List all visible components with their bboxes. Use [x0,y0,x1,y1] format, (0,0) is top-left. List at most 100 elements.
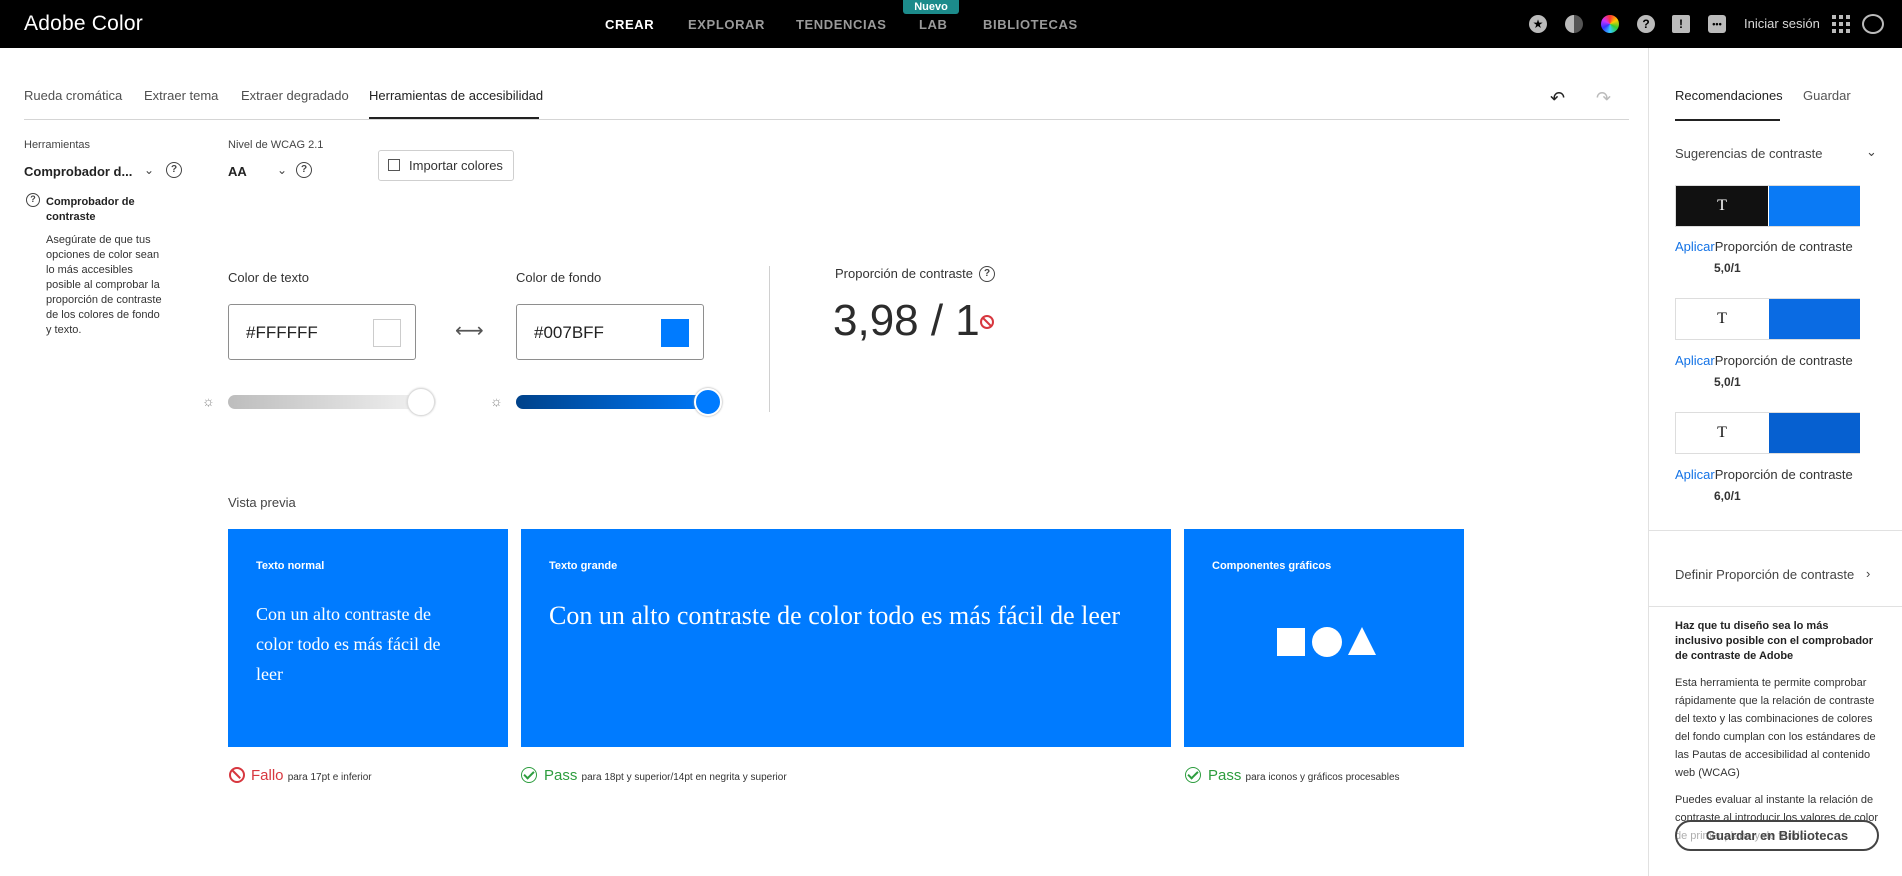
tool-select[interactable]: Comprobador d... [24,164,132,179]
brightness-icon: ☼ [490,393,503,409]
bg-brightness-slider[interactable] [516,395,720,409]
tab-rueda-cromatica[interactable]: Rueda cromática [24,88,122,103]
bg-color-hex[interactable]: #007BFF [534,323,604,343]
chevron-down-icon[interactable]: ⌄ [144,163,154,177]
text-color-swatch[interactable] [373,319,401,347]
nav-bibliotecas[interactable]: BIBLIOTECAS [983,17,1078,32]
feedback-icon[interactable]: ••• [1708,15,1726,33]
suggestion-swatch[interactable]: T [1675,412,1860,454]
result-desc: para iconos y gráficos procesables [1245,772,1400,783]
suggestion-apply-row: AplicarProporción de contraste [1675,239,1853,254]
apply-link[interactable]: Aplicar [1675,353,1715,368]
result-status: Pass [544,767,578,784]
swap-colors-icon[interactable]: ⟷ [455,318,484,343]
promo-title: Haz que tu diseño sea lo más inclusivo p… [1675,620,1874,662]
preview-card-large: Texto grande Con un alto contraste de co… [521,529,1171,747]
square-icon [1277,628,1305,656]
halftone-icon[interactable] [1565,15,1583,33]
help-icon[interactable]: ? [1637,15,1655,33]
suggestion-color [1769,186,1860,226]
suggestion-color [1769,413,1860,453]
tab-extraer-degradado[interactable]: Extraer degradado [241,88,349,103]
card-body: Con un alto contraste de color todo es m… [549,601,1121,630]
tab-extraer-tema[interactable]: Extraer tema [144,88,218,103]
text-color-hex[interactable]: #FFFFFF [246,323,318,343]
bg-brightness-thumb[interactable] [694,388,722,416]
chevron-right-icon[interactable]: › [1866,566,1870,581]
info-text: Asegúrate de que tus opciones de color s… [46,234,162,336]
result-normal: Fallo para 17pt e inferior [251,767,372,784]
contrast-ratio-value: 3,98 / 1 [833,296,980,345]
ratio-label: Proporción de contraste [1714,353,1853,368]
pass-icon [1185,767,1201,783]
suggestion-ratio: 6,0/1 [1714,489,1741,503]
tab-guardar[interactable]: Guardar [1803,88,1851,103]
save-to-libraries-button[interactable]: Guardar en Bibliotecas [1675,820,1879,851]
result-status: Fallo [251,767,284,784]
import-colors-button[interactable]: Importar colores [378,150,514,181]
suggestion-apply-row: AplicarProporción de contraste [1675,467,1853,482]
color-wheel-icon[interactable] [1601,15,1619,33]
panel-divider [1648,530,1902,531]
define-ratio-link[interactable]: Definir Proporción de contraste [1675,567,1854,582]
signin-link[interactable]: Iniciar sesión [1744,16,1820,31]
ratio-label: Proporción de contraste [1714,467,1853,482]
brand-logo[interactable]: Adobe Color [24,12,143,36]
suggestion-ratio: 5,0/1 [1714,375,1741,389]
chevron-down-icon[interactable]: ⌄ [1866,144,1877,160]
help-icon[interactable]: ? [296,162,312,178]
fail-icon [980,315,994,329]
nav-lab[interactable]: LAB [919,17,948,32]
import-icon [388,159,400,171]
info-title: Comprobador de contraste [46,196,135,223]
chevron-down-icon[interactable]: ⌄ [277,163,287,177]
text-color-label: Color de texto [228,270,309,285]
wcag-label: Nivel de WCAG 2.1 [228,139,324,151]
import-colors-label: Importar colores [409,158,503,173]
wcag-select[interactable]: AA [228,164,247,179]
creative-cloud-icon[interactable] [1862,14,1884,34]
nav-tendencias[interactable]: TENDENCIAS [796,17,887,32]
nav-crear[interactable]: CREAR [605,17,654,32]
suggestion-swatch[interactable]: T [1675,185,1860,227]
text-brightness-slider[interactable] [228,395,436,409]
nav-explorar[interactable]: EXPLORAR [688,17,765,32]
suggestion-apply-row: AplicarProporción de contraste [1675,353,1853,368]
help-icon[interactable]: ? [166,162,182,178]
pass-icon [521,767,537,783]
suggestions-header[interactable]: Sugerencias de contraste [1675,146,1822,161]
bg-color-field[interactable]: #007BFF [516,304,704,360]
panel-divider [1648,606,1902,607]
result-graphics: Pass para iconos y gráficos procesables [1208,767,1400,784]
text-brightness-thumb[interactable] [407,388,435,416]
bg-color-swatch[interactable] [661,319,689,347]
ratio-label: Proporción de contraste [1714,239,1853,254]
active-tab-indicator [369,117,539,119]
tab-recomendaciones[interactable]: Recomendaciones [1675,88,1783,103]
help-icon[interactable]: ? [979,266,995,282]
undo-icon[interactable]: ↶ [1550,88,1565,109]
active-tab-indicator [1675,119,1780,121]
tab-accesibilidad[interactable]: Herramientas de accesibilidad [369,88,543,103]
brightness-icon: ☼ [202,393,215,409]
alert-icon[interactable]: ! [1672,15,1690,33]
star-icon[interactable]: ★ [1529,15,1547,33]
card-title: Componentes gráficos [1212,560,1332,572]
apps-grid-icon[interactable] [1832,15,1850,33]
card-body: Con un alto contraste de color todo es m… [256,604,441,684]
suggestion-swatch[interactable]: T [1675,298,1860,340]
tabs-divider [24,119,1629,120]
vertical-divider [769,266,770,412]
apply-link[interactable]: Aplicar [1675,467,1715,482]
result-large: Pass para 18pt y superior/14pt en negrit… [544,767,787,784]
top-bar: Adobe Color CREAR EXPLORAR TENDENCIAS Nu… [0,0,1902,48]
text-color-field[interactable]: #FFFFFF [228,304,416,360]
suggestion-color [1769,299,1860,339]
preview-card-normal: Texto normal Con un alto contraste de co… [228,529,508,747]
apply-link[interactable]: Aplicar [1675,239,1715,254]
info-icon: ? [26,193,40,207]
redo-icon[interactable]: ↷ [1596,88,1611,109]
tools-label: Herramientas [24,139,91,151]
contrast-ratio-label: Proporción de contraste [835,266,974,281]
suggestion-text-preview: T [1676,413,1768,453]
